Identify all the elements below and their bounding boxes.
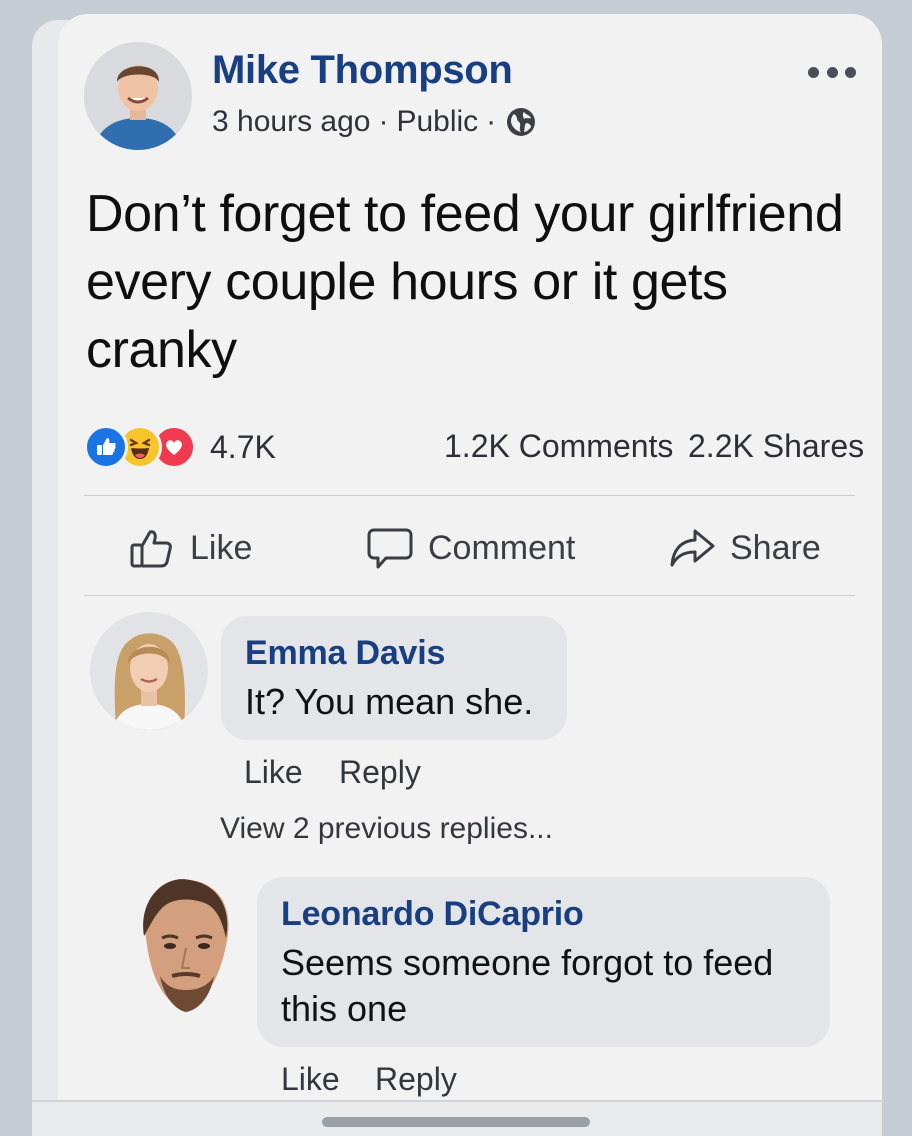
comment-bubble: Emma Davis It? You mean she. bbox=[221, 616, 567, 740]
post-body: Don’t forget to feed your girlfriend eve… bbox=[86, 185, 844, 379]
screen: Mike Thompson 3 hours ago · Public · Don… bbox=[0, 0, 912, 1136]
replier-avatar[interactable] bbox=[132, 876, 238, 1016]
share-button[interactable]: Share bbox=[668, 520, 821, 576]
author-name[interactable]: Mike Thompson bbox=[212, 48, 513, 93]
globe-icon[interactable] bbox=[504, 105, 538, 139]
more-options-icon[interactable] bbox=[808, 62, 856, 82]
divider bbox=[84, 595, 855, 596]
share-label: Share bbox=[730, 528, 821, 567]
commenter-avatar[interactable] bbox=[90, 612, 208, 730]
reaction-summary[interactable]: 4.7K bbox=[84, 424, 276, 470]
like-label: Like bbox=[190, 528, 253, 567]
post-meta: 3 hours ago · Public · bbox=[212, 104, 538, 140]
reply-like-button[interactable]: Like bbox=[281, 1061, 340, 1098]
comment-button[interactable]: Comment bbox=[366, 520, 575, 576]
thumbs-up-icon bbox=[130, 530, 172, 568]
home-indicator[interactable] bbox=[322, 1117, 590, 1127]
comments-count[interactable]: 1.2K Comments bbox=[444, 428, 673, 465]
reply-bubble: Leonardo DiCaprio Seems someone forgot t… bbox=[257, 877, 830, 1047]
replier-name[interactable]: Leonardo DiCaprio bbox=[281, 895, 806, 934]
divider bbox=[84, 495, 855, 496]
reaction-count: 4.7K bbox=[210, 428, 276, 465]
comment-reply-button[interactable]: Reply bbox=[339, 754, 421, 791]
post-audience: Public bbox=[396, 105, 479, 138]
author-avatar[interactable] bbox=[84, 42, 192, 150]
like-button[interactable]: Like bbox=[128, 520, 252, 576]
comment-like-button[interactable]: Like bbox=[244, 754, 303, 791]
reply-reply-button[interactable]: Reply bbox=[375, 1061, 457, 1098]
speech-bubble-icon bbox=[367, 528, 413, 569]
post-time[interactable]: 3 hours ago bbox=[212, 105, 370, 139]
dot bbox=[826, 66, 838, 78]
share-arrow-icon bbox=[670, 529, 715, 567]
like-reaction-icon bbox=[84, 425, 128, 469]
reply-text: Seems someone forgot to feed this one bbox=[281, 942, 774, 1029]
meta-separator: · bbox=[486, 105, 497, 138]
meta-separator: · bbox=[378, 105, 389, 138]
commenter-name[interactable]: Emma Davis bbox=[245, 634, 543, 673]
dot bbox=[808, 66, 819, 78]
dot bbox=[845, 66, 856, 78]
shares-count[interactable]: 2.2K Shares bbox=[688, 428, 864, 465]
comment-text: It? You mean she. bbox=[245, 681, 534, 722]
view-previous-replies-link[interactable]: View 2 previous replies... bbox=[220, 812, 553, 846]
comment-label: Comment bbox=[428, 528, 576, 567]
